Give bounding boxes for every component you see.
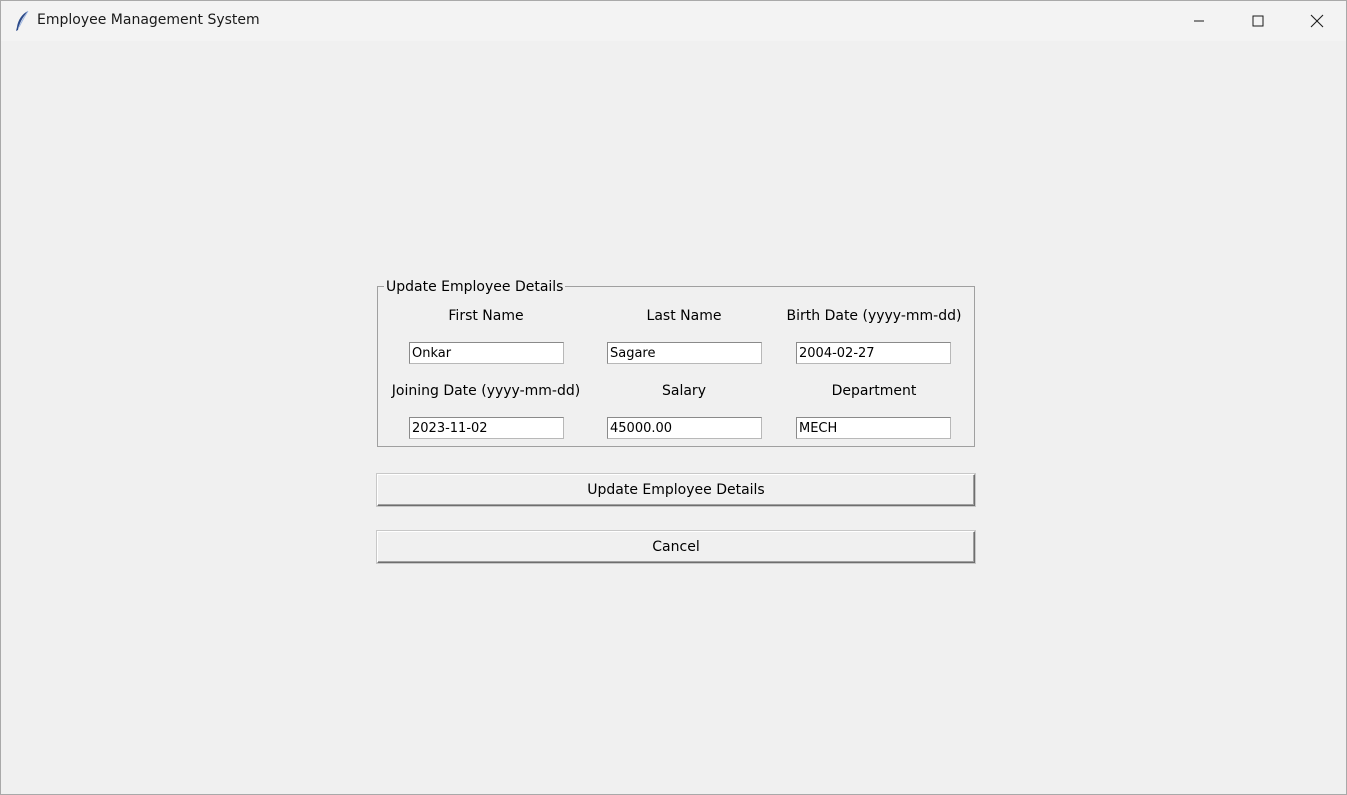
group-title: Update Employee Details (384, 278, 566, 296)
last-name-input[interactable] (607, 342, 762, 364)
close-button[interactable] (1289, 1, 1345, 41)
salary-label: Salary (662, 383, 706, 399)
joining-date-input[interactable] (409, 417, 564, 439)
title-bar[interactable]: Employee Management System (1, 1, 1346, 41)
maximize-icon (1252, 15, 1264, 27)
first-name-input[interactable] (409, 342, 564, 364)
first-name-label: First Name (448, 308, 524, 324)
window-content: Update Employee Details First Name Last … (1, 41, 1346, 794)
maximize-button[interactable] (1230, 1, 1286, 41)
joining-date-label: Joining Date (yyyy-mm-dd) (391, 383, 581, 399)
update-employee-group: Update Employee Details First Name Last … (377, 278, 975, 447)
window-title: Employee Management System (37, 12, 260, 28)
update-employee-button[interactable]: Update Employee Details (377, 474, 975, 506)
feather-icon (13, 10, 31, 32)
close-icon (1310, 14, 1324, 28)
minimize-icon (1194, 20, 1204, 22)
app-window: Employee Management System Update Employ… (0, 0, 1347, 795)
cancel-button[interactable]: Cancel (377, 531, 975, 563)
birth-date-label: Birth Date (yyyy-mm-dd) (786, 308, 962, 324)
last-name-label: Last Name (646, 308, 722, 324)
minimize-button[interactable] (1171, 1, 1227, 41)
salary-input[interactable] (607, 417, 762, 439)
department-label: Department (831, 383, 917, 399)
birth-date-input[interactable] (796, 342, 951, 364)
department-input[interactable] (796, 417, 951, 439)
